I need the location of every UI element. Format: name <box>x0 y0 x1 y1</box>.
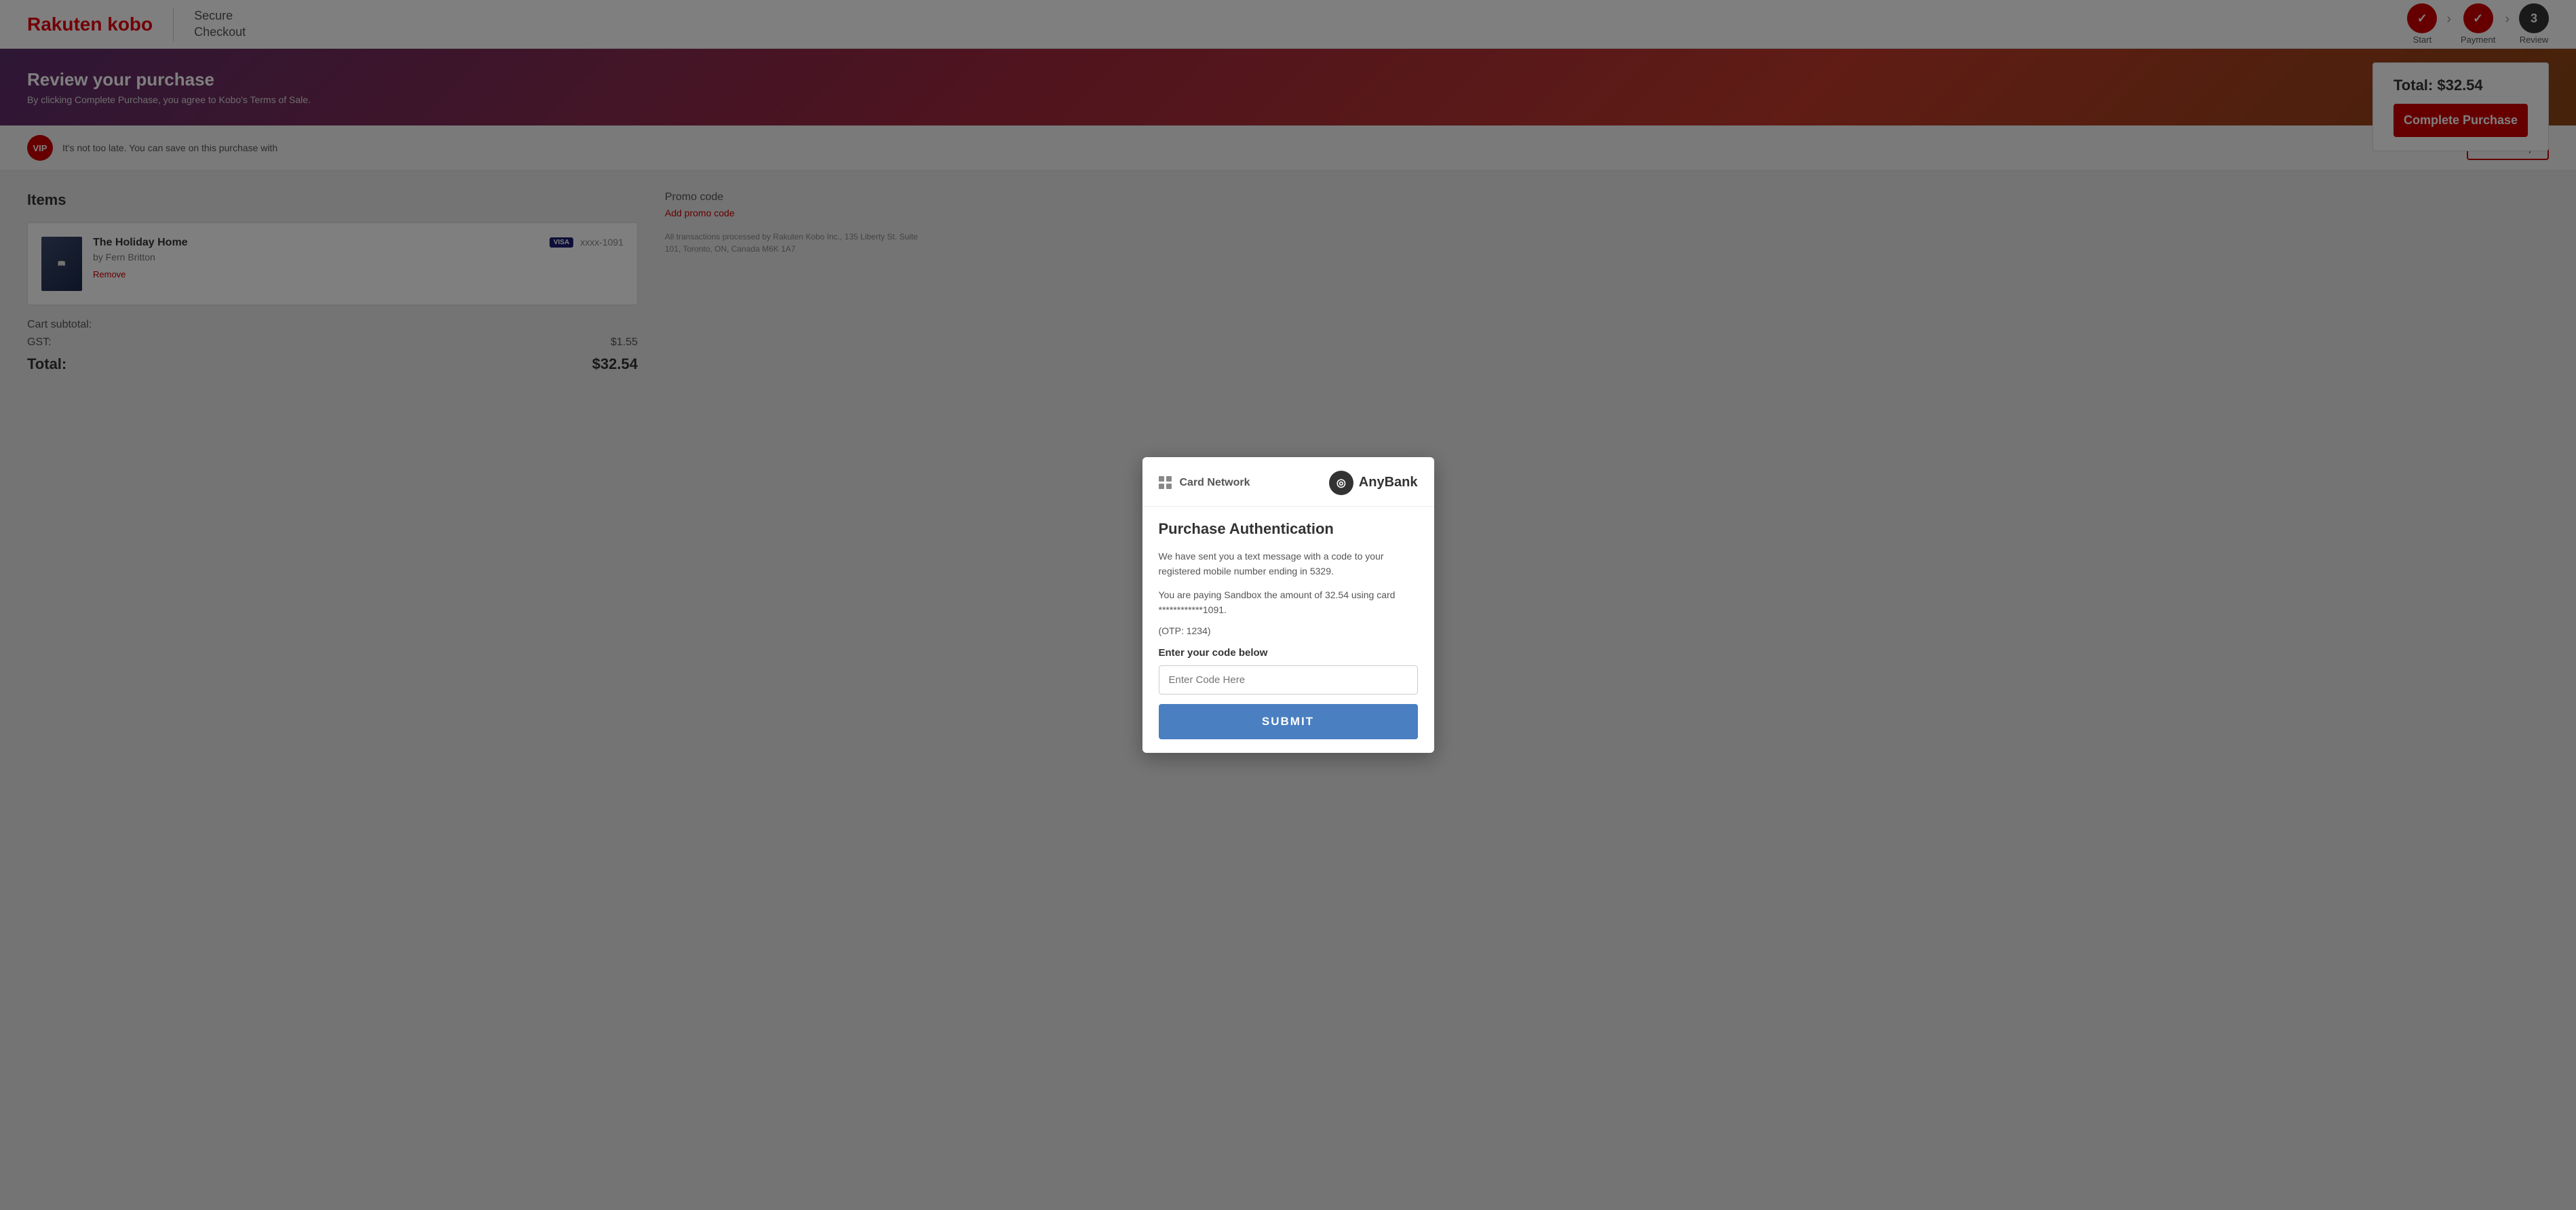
card-network-grid-icon <box>1159 476 1172 489</box>
modal-code-label: Enter your code below <box>1159 647 1418 659</box>
submit-button[interactable]: SUBMIT <box>1159 704 1418 739</box>
grid-dot-1 <box>1159 476 1164 482</box>
modal-otp: (OTP: 1234) <box>1159 625 1418 636</box>
modal-overlay: Card Network ◎ AnyBank Purchase Authenti… <box>0 0 2576 1210</box>
grid-dot-2 <box>1166 476 1172 482</box>
card-network-label: Card Network <box>1180 477 1250 489</box>
purchase-authentication-modal: Card Network ◎ AnyBank Purchase Authenti… <box>1142 457 1434 754</box>
card-network-logo: Card Network <box>1159 476 1250 489</box>
anybank-logo: ◎ AnyBank <box>1329 471 1418 495</box>
modal-message1: We have sent you a text message with a c… <box>1159 549 1418 579</box>
modal-header: Card Network ◎ AnyBank <box>1142 457 1434 507</box>
grid-dot-4 <box>1166 484 1172 489</box>
anybank-icon: ◎ <box>1329 471 1353 495</box>
code-input[interactable] <box>1159 665 1418 695</box>
anybank-label: AnyBank <box>1359 475 1418 490</box>
grid-dot-3 <box>1159 484 1164 489</box>
modal-title: Purchase Authentication <box>1159 520 1418 538</box>
modal-body: Purchase Authentication We have sent you… <box>1142 507 1434 754</box>
modal-message2: You are paying Sandbox the amount of 32.… <box>1159 587 1418 618</box>
